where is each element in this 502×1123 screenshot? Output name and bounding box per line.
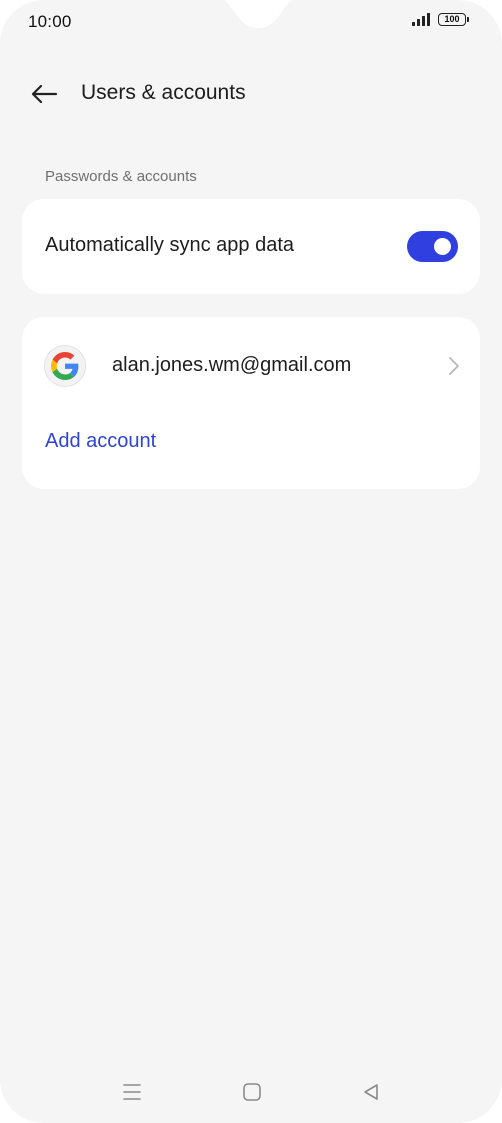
nav-menu-button[interactable] bbox=[112, 1080, 152, 1104]
phone-screen: 10:00 100 Users & accounts Passwords & a… bbox=[0, 0, 502, 1123]
back-button[interactable] bbox=[26, 78, 62, 110]
app-header: Users & accounts bbox=[0, 70, 502, 118]
signal-icon bbox=[412, 13, 430, 26]
chevron-right-icon bbox=[449, 357, 459, 375]
nav-home-button[interactable] bbox=[232, 1080, 272, 1104]
camera-notch bbox=[223, 0, 293, 28]
account-row-google[interactable]: alan.jones.wm@gmail.com bbox=[22, 339, 480, 395]
back-triangle-icon bbox=[364, 1084, 378, 1100]
status-icons: 100 bbox=[412, 13, 469, 26]
add-account-button[interactable]: Add account bbox=[45, 430, 156, 453]
toggle-knob bbox=[434, 238, 451, 255]
sync-label: Automatically sync app data bbox=[45, 234, 295, 256]
nav-back-button[interactable] bbox=[351, 1080, 391, 1104]
system-nav-bar bbox=[0, 1070, 502, 1114]
arrow-left-icon bbox=[31, 84, 58, 104]
google-avatar bbox=[44, 345, 86, 387]
menu-icon bbox=[123, 1084, 141, 1100]
status-time: 10:00 bbox=[28, 12, 72, 31]
home-icon bbox=[243, 1083, 261, 1101]
accounts-card: alan.jones.wm@gmail.com Add account bbox=[22, 317, 480, 489]
sync-card: Automatically sync app data bbox=[22, 199, 480, 294]
battery-level: 100 bbox=[444, 14, 460, 24]
account-email: alan.jones.wm@gmail.com bbox=[112, 354, 352, 376]
auto-sync-toggle[interactable] bbox=[407, 231, 458, 262]
page-title: Users & accounts bbox=[81, 81, 246, 104]
battery-icon: 100 bbox=[438, 13, 469, 26]
google-icon bbox=[51, 352, 79, 380]
section-label-passwords-accounts: Passwords & accounts bbox=[45, 168, 197, 185]
